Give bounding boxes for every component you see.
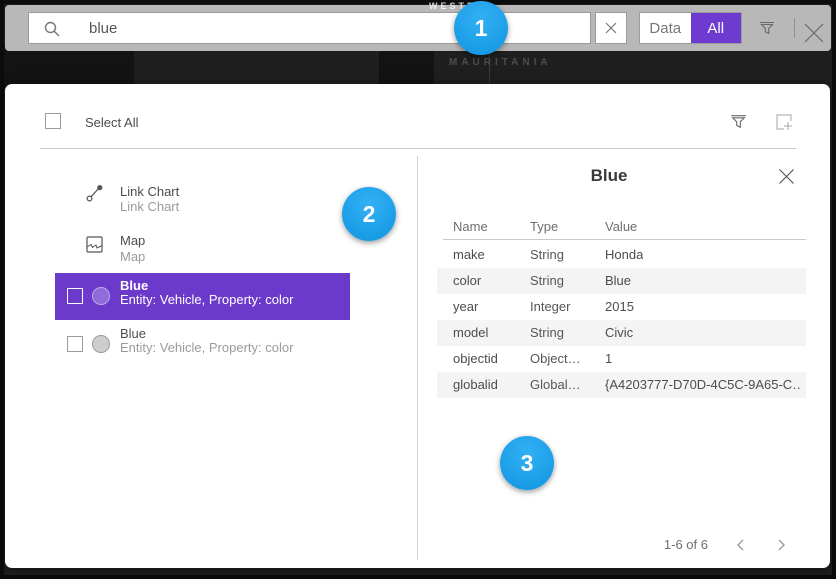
map-icon [85, 235, 104, 254]
link-chart-icon [85, 183, 105, 203]
table-row: color String Blue [437, 268, 806, 294]
clear-x-icon [605, 22, 617, 34]
list-item-blue-selected[interactable]: Blue Entity: Vehicle, Property: color [55, 273, 350, 320]
cell-value: Civic [605, 320, 633, 346]
search-toolbar: Data All [5, 5, 831, 51]
list-detail-divider [417, 156, 418, 560]
column-header-type: Type [530, 219, 558, 234]
callout-badge-2: 2 [342, 187, 396, 241]
filter-funnel-icon[interactable] [757, 18, 777, 38]
search-results-modal: Select All Link Chart Link Chart [5, 84, 830, 568]
cell-type: String [530, 268, 564, 294]
list-item-map[interactable]: Map Map [55, 229, 355, 267]
result-checkbox[interactable] [67, 336, 83, 352]
table-row: year Integer 2015 [437, 294, 806, 320]
screenshot-root: MAURITANIA WESTER Data All [0, 0, 836, 579]
cell-name: objectid [453, 346, 498, 372]
callout-badge-3: 3 [500, 436, 554, 490]
cell-name: color [453, 268, 481, 294]
segment-all[interactable]: All [691, 13, 742, 43]
entity-circle-icon [92, 335, 110, 353]
map-landmass [379, 49, 434, 89]
cell-value: {A4203777-D70D-4C5C-9A65-C… [605, 372, 800, 398]
list-item-subtitle: Entity: Vehicle, Property: color [120, 340, 293, 355]
list-item-title: Map [120, 233, 145, 248]
detail-close-icon[interactable] [778, 168, 795, 185]
cell-value: 2015 [605, 294, 634, 320]
header-divider [40, 148, 796, 149]
pagination-next-icon[interactable] [773, 536, 789, 554]
detail-title: Blue [418, 166, 800, 186]
cell-type: Object… [530, 346, 581, 372]
cell-type: String [530, 320, 564, 346]
column-header-name: Name [453, 219, 488, 234]
cell-value: Honda [605, 242, 643, 268]
list-item-title: Link Chart [120, 184, 179, 199]
cell-type: Integer [530, 294, 570, 320]
list-item-subtitle: Map [120, 249, 145, 264]
cell-type: Global… [530, 372, 581, 398]
column-header-value: Value [605, 219, 637, 234]
cell-value: 1 [605, 346, 612, 372]
table-row: model String Civic [437, 320, 806, 346]
cell-name: model [453, 320, 488, 346]
pagination-prev-icon[interactable] [733, 536, 749, 554]
search-icon [43, 20, 61, 38]
list-item-title: Blue [120, 326, 146, 341]
data-all-segmented-control: Data All [639, 12, 742, 44]
toolbar-divider [794, 18, 795, 38]
table-header-underline [443, 239, 806, 240]
cell-value: Blue [605, 268, 631, 294]
map-label-mauritania: MAURITANIA [449, 57, 552, 68]
entity-circle-icon [92, 287, 110, 305]
select-all-label: Select All [85, 115, 138, 130]
cell-name: make [453, 242, 485, 268]
cell-name: year [453, 294, 478, 320]
table-row: make String Honda [437, 242, 806, 268]
callout-badge-1: 1 [454, 1, 508, 55]
cell-name: globalid [453, 372, 498, 398]
close-search-icon[interactable] [803, 22, 825, 44]
add-to-selection-icon[interactable] [773, 111, 795, 133]
map-boundary-line [489, 50, 490, 88]
table-row: globalid Global… {A4203777-D70D-4C5C-9A6… [437, 372, 806, 398]
table-row: objectid Object… 1 [437, 346, 806, 372]
result-checkbox[interactable] [67, 288, 83, 304]
list-item-title: Blue [120, 278, 148, 293]
list-item-subtitle: Link Chart [120, 199, 179, 214]
pagination-label: 1-6 of 6 [633, 537, 708, 552]
search-clear-button[interactable] [595, 12, 627, 44]
select-all-checkbox[interactable] [45, 113, 61, 129]
segment-data[interactable]: Data [640, 13, 691, 43]
cell-type: String [530, 242, 564, 268]
list-item-link-chart[interactable]: Link Chart Link Chart [55, 179, 355, 217]
list-item-subtitle: Entity: Vehicle, Property: color [120, 292, 293, 307]
list-item-blue[interactable]: Blue Entity: Vehicle, Property: color [55, 321, 350, 368]
results-filter-icon[interactable] [728, 111, 749, 132]
